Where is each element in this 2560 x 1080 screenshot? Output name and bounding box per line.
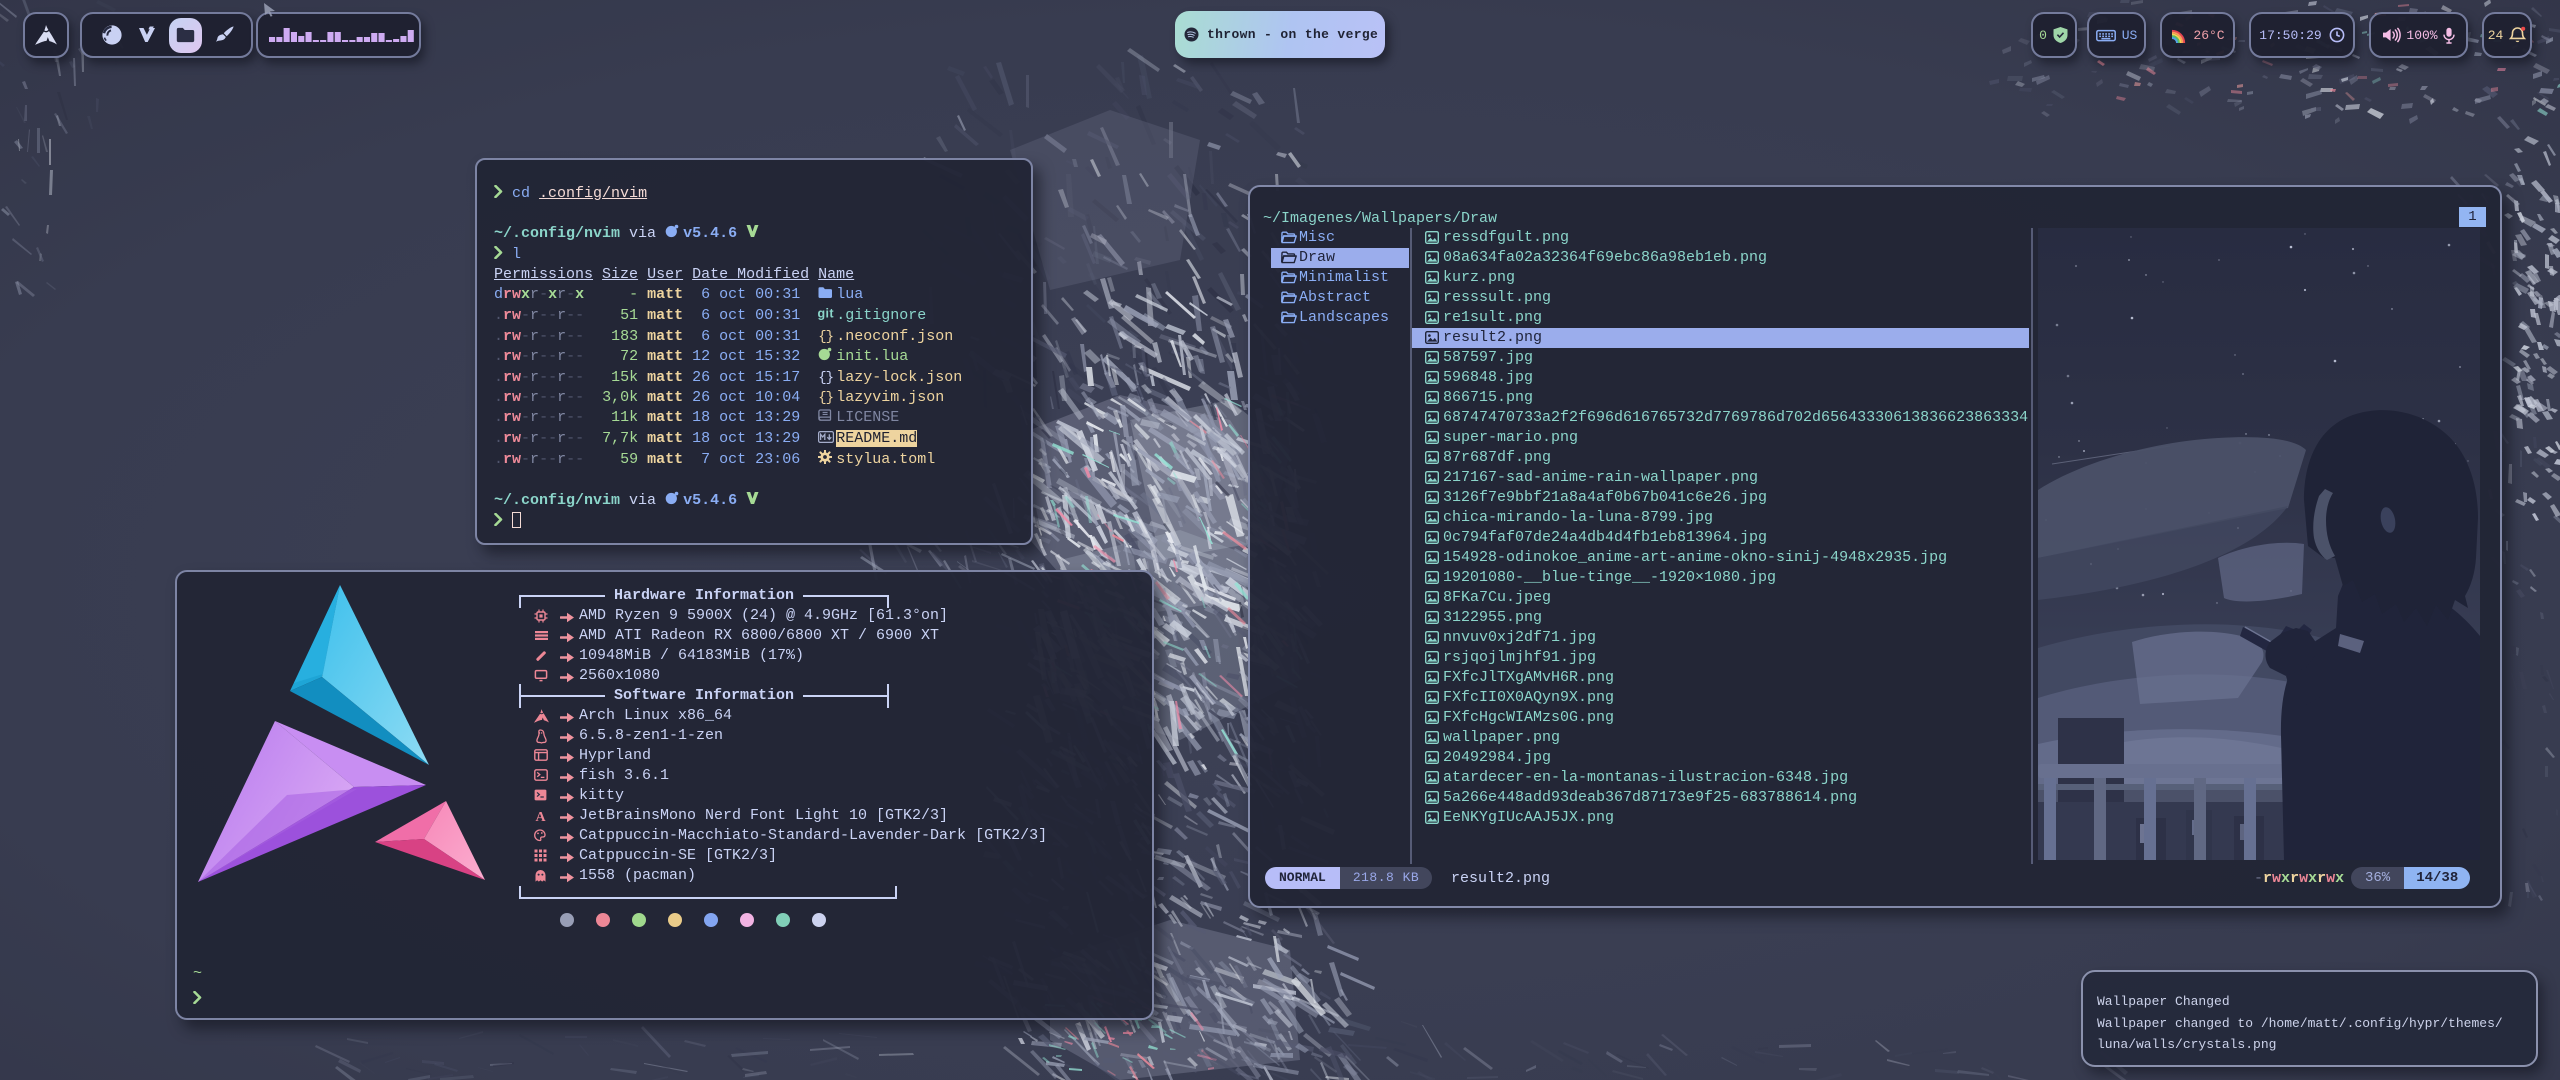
svg-text:git: git [818,307,834,321]
svg-text:A: A [536,810,547,823]
